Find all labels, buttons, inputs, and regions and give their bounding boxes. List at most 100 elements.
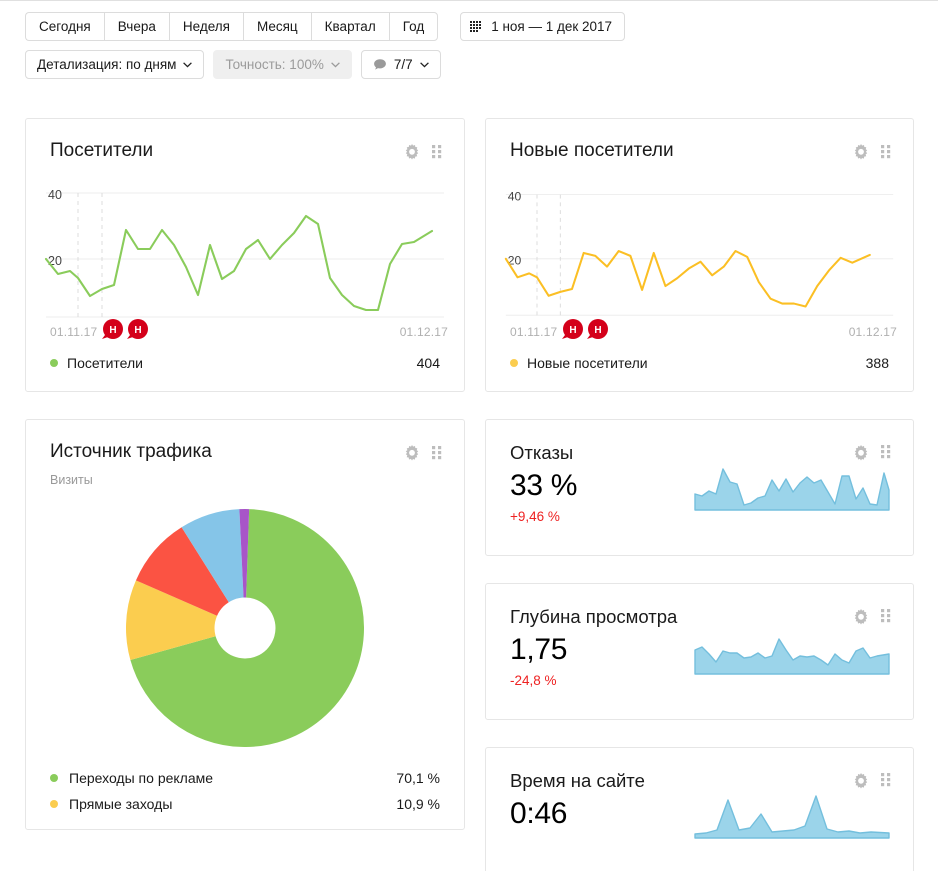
grip-dots-icon[interactable] xyxy=(432,145,444,164)
grip-dots-icon[interactable] xyxy=(881,609,893,630)
goals-dropdown[interactable]: 7/7 xyxy=(360,50,441,79)
detail-level-dropdown[interactable]: Детализация: по дням xyxy=(25,50,205,79)
legend-color-dot xyxy=(50,800,58,808)
widget-title: Время на сайте xyxy=(510,770,645,791)
legend-entry: Посетители xyxy=(50,355,143,371)
new-visitors-line-chart: 40 20 xyxy=(486,165,913,329)
legend-row[interactable]: Прямые заходы 10,9 % xyxy=(50,791,440,817)
toolbar-row-periods: Сегодня Вчера Неделя Месяц Квартал Год 1… xyxy=(0,12,938,41)
x-tick-start: 01.11.17 xyxy=(510,325,558,339)
metric-delta: +9,46 % xyxy=(510,509,560,525)
annotation-markers[interactable]: Н Н xyxy=(98,317,218,345)
donut-hole xyxy=(214,597,276,659)
widget-bounce-rate: Отказы 33 % +9,46 % xyxy=(485,419,914,556)
calendar-grid-icon xyxy=(470,20,483,33)
svg-text:Н: Н xyxy=(594,325,601,336)
depth-sparkline xyxy=(691,584,913,676)
widget-page-depth: Глубина просмотра 1,75 -24,8 % xyxy=(485,583,914,720)
spark-area xyxy=(694,795,890,839)
period-button-week[interactable]: Неделя xyxy=(168,12,243,41)
svg-text:Н: Н xyxy=(109,325,116,336)
grip-dots-icon[interactable] xyxy=(881,445,893,466)
legend-color-dot xyxy=(510,359,518,367)
metric-body: Отказы 33 % +9,46 % xyxy=(486,420,691,524)
chart-legend: Новые посетители 388 xyxy=(486,339,913,391)
gear-icon[interactable] xyxy=(853,609,869,630)
widget-title: Глубина просмотра xyxy=(510,606,678,627)
gear-icon[interactable] xyxy=(404,445,420,466)
widget-tools xyxy=(404,442,444,466)
widget-header: Источник трафика xyxy=(26,420,464,466)
metric-value: 0:46 xyxy=(510,797,568,831)
chevron-down-icon xyxy=(183,61,193,68)
detail-level-label: Детализация: по дням xyxy=(37,57,177,72)
period-button-yesterday[interactable]: Вчера xyxy=(103,12,169,41)
widget-title: Новые посетители xyxy=(510,140,674,161)
grid-column-left: Посетители 40 20 01.11.17 01.12.17 Н Н П… xyxy=(25,118,465,830)
period-button-year[interactable]: Год xyxy=(388,12,439,41)
grip-dots-icon[interactable] xyxy=(881,145,893,164)
gear-icon[interactable] xyxy=(853,144,869,165)
widget-title: Источник трафика xyxy=(50,441,212,462)
chart-svg: 40 20 xyxy=(504,189,894,316)
widget-header: Новые посетители xyxy=(486,119,913,165)
toolbar-row-options: Детализация: по дням Точность: 100% 7/7 xyxy=(0,50,938,79)
sparkline-svg xyxy=(694,795,890,839)
grip-dots-icon[interactable] xyxy=(432,446,444,465)
donut-legend: Переходы по рекламе 70,1 % Прямые заходы… xyxy=(26,757,464,829)
widget-subtitle: Визиты xyxy=(50,473,93,487)
chart-svg: 40 20 xyxy=(44,188,444,318)
grip-dots-icon[interactable] xyxy=(881,773,893,794)
legend-entry: Новые посетители xyxy=(510,355,648,371)
period-button-month[interactable]: Месяц xyxy=(242,12,311,41)
period-button-today[interactable]: Сегодня xyxy=(25,12,104,41)
annotation-marker: Н xyxy=(127,319,148,339)
metric-delta: -24,8 % xyxy=(510,673,557,689)
sparkline-svg xyxy=(694,468,890,511)
date-range-button[interactable]: 1 ноя — 1 дек 2017 xyxy=(460,12,626,41)
dashboard-page: Сегодня Вчера Неделя Месяц Квартал Год 1… xyxy=(0,0,938,871)
top-divider xyxy=(0,0,938,1)
widget-tools xyxy=(853,609,893,630)
chart-legend: Посетители 404 xyxy=(26,339,464,391)
annotation-markers[interactable]: Н Н xyxy=(558,317,678,345)
metric-body: Глубина просмотра 1,75 -24,8 % xyxy=(486,584,691,688)
accuracy-label: Точность: 100% xyxy=(225,57,324,72)
svg-text:Н: Н xyxy=(569,325,576,336)
gear-icon[interactable] xyxy=(853,445,869,466)
y-tick-20: 20 xyxy=(48,254,62,268)
x-tick-end: 01.12.17 xyxy=(848,325,897,339)
gear-icon[interactable] xyxy=(853,773,869,794)
period-button-quarter[interactable]: Квартал xyxy=(310,12,389,41)
metric-body: Время на сайте 0:46 xyxy=(486,748,691,830)
legend-label: Новые посетители xyxy=(527,355,648,371)
legend-row[interactable]: Переходы по рекламе 70,1 % xyxy=(50,765,440,791)
speech-bubble-icon xyxy=(373,58,387,72)
legend-label: Прямые заходы xyxy=(69,796,173,812)
legend-value: 404 xyxy=(416,355,440,371)
donut-svg xyxy=(126,509,364,747)
accuracy-dropdown[interactable]: Точность: 100% xyxy=(213,50,352,79)
legend-value: 10,9 % xyxy=(396,796,440,812)
widget-tools xyxy=(853,141,893,165)
widget-new-visitors: Новые посетители 40 20 01.11.17 01.12.17… xyxy=(485,118,914,392)
legend-entry: Прямые заходы xyxy=(50,796,172,812)
sparkline-svg xyxy=(694,638,890,675)
grid-column-right: Новые посетители 40 20 01.11.17 01.12.17… xyxy=(485,118,914,871)
annotation-marker: Н xyxy=(562,319,583,339)
svg-text:Н: Н xyxy=(134,325,141,336)
legend-color-dot xyxy=(50,359,58,367)
legend-entry: Переходы по рекламе xyxy=(50,770,213,786)
visitors-line-chart: 40 20 xyxy=(26,165,464,329)
annotation-marker: Н xyxy=(587,319,608,339)
legend-value: 388 xyxy=(865,355,889,371)
legend-label: Переходы по рекламе xyxy=(69,770,214,786)
metric-value: 33 % xyxy=(510,469,578,503)
time-sparkline xyxy=(691,748,913,840)
bounce-sparkline xyxy=(691,420,913,512)
traffic-donut-chart xyxy=(26,487,464,757)
widget-header: Посетители xyxy=(26,119,464,165)
gear-icon[interactable] xyxy=(404,144,420,165)
widget-visitors: Посетители 40 20 01.11.17 01.12.17 Н Н П… xyxy=(25,118,465,392)
toolbar: Сегодня Вчера Неделя Месяц Квартал Год 1… xyxy=(0,12,938,79)
